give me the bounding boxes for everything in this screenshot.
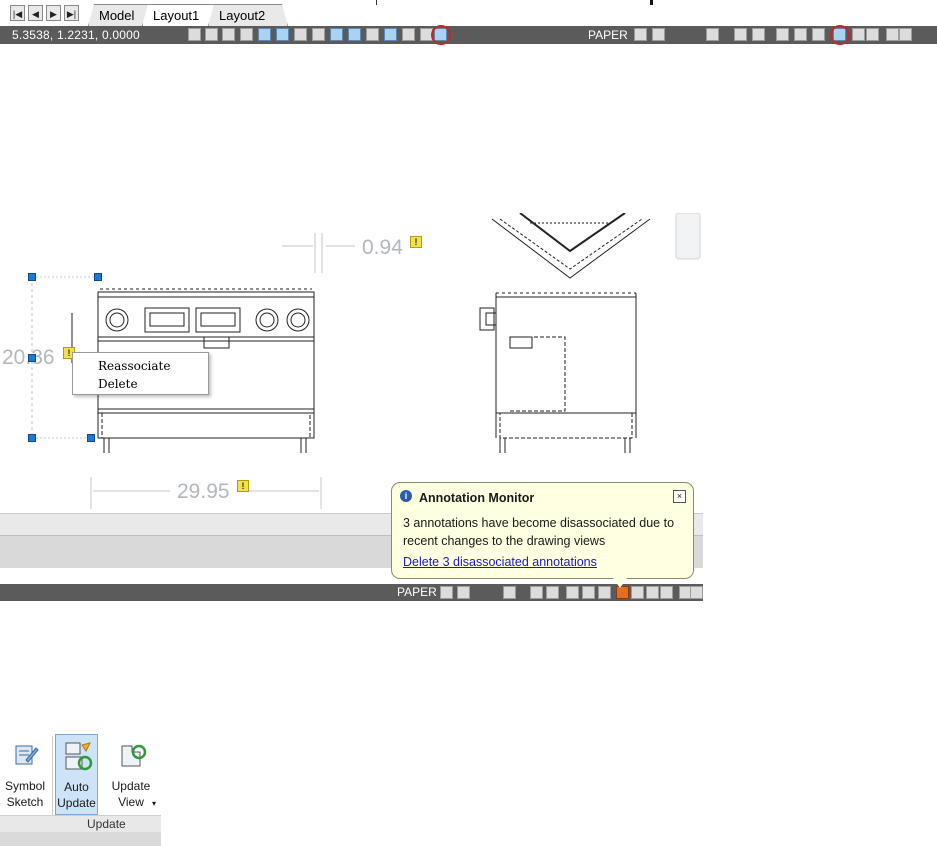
coordinate-readout: 5.3538, 1.2231, 0.0000 [12,28,140,42]
3d-object-snap-icon[interactable] [294,28,307,41]
symbol-sketch-icon [15,745,39,765]
polar-tracking-icon[interactable] [258,28,271,41]
button-label: Auto [64,780,89,794]
info-icon: i [400,490,412,502]
quick-view-drawings-icon[interactable] [652,28,665,41]
update-view-icon [121,744,147,767]
maximize-viewport-icon[interactable] [706,28,719,41]
lock-toolbars-icon[interactable] [582,586,595,599]
annotation-visibility-icon[interactable] [752,28,765,41]
iso-view [491,213,651,279]
isolate-objects-icon[interactable] [852,28,865,41]
grid-display-icon[interactable] [222,28,235,41]
lineweight-icon[interactable] [366,28,379,41]
paper-space-label[interactable]: PAPER [397,583,437,601]
chevron-down-icon[interactable]: ▾ [152,796,156,812]
annotation-monitor-balloon: i Annotation Monitor × 3 annotations hav… [391,482,694,579]
maximize-viewport-icon[interactable] [503,586,516,599]
last-tab-button[interactable]: ▶| [64,5,79,21]
scrollbar-divider [376,0,377,5]
update-view-button[interactable]: Update View ▾ [106,734,156,815]
ribbon-bottom-edge [0,832,161,846]
warning-icon[interactable]: ! [410,236,422,248]
button-label: Sketch [6,795,44,809]
tab-label: Layout2 [219,8,266,23]
grip-handle[interactable] [28,354,36,362]
infer-constraints-icon[interactable] [188,28,201,41]
previous-tab-button[interactable]: ◀ [28,5,43,21]
dimension-value[interactable]: 29.95 [177,480,230,504]
lock-toolbars-icon[interactable] [794,28,807,41]
balloon-message: 3 annotations have become disassociated … [403,516,675,548]
side-view [479,292,637,453]
paper-space-label[interactable]: PAPER [588,26,628,44]
navigation-bar[interactable] [675,213,701,260]
status-menu-icon[interactable] [886,28,899,41]
balloon-title: Annotation Monitor [419,491,535,505]
workspace-switching-icon[interactable] [566,586,579,599]
auto-update-icon [65,742,92,771]
grip-handle[interactable] [28,434,36,442]
lightbulb-icon[interactable] [866,28,879,41]
tab-layout2[interactable]: Layout2 [208,4,288,26]
grip-handle[interactable] [28,273,36,281]
delete-disassociated-link[interactable]: Delete 3 disassociated annotations [403,555,597,569]
button-label: Update [111,779,151,793]
quick-view-layouts-icon[interactable] [440,586,453,599]
tab-label: Model [99,8,135,23]
highlight-circle [431,25,451,45]
next-tab-button[interactable]: ▶ [46,5,61,21]
grip-handle[interactable] [87,434,95,442]
button-label: View [118,795,144,809]
hardware-acceleration-icon[interactable] [598,586,611,599]
quick-view-layouts-icon[interactable] [634,28,647,41]
clean-screen-icon[interactable] [660,586,673,599]
ortho-mode-icon[interactable] [240,28,253,41]
warning-icon[interactable]: ! [237,480,249,492]
grip-handle[interactable] [94,273,102,281]
status-bar-bottom: PAPER [0,584,703,601]
object-snap-tracking-icon[interactable] [312,28,325,41]
snap-mode-icon[interactable] [205,28,218,41]
close-icon[interactable]: × [673,490,686,503]
dynamic-ucs-icon[interactable] [330,28,343,41]
object-snap-icon[interactable] [276,28,289,41]
button-label: Symbol [4,779,45,793]
workspace-switching-icon[interactable] [776,28,789,41]
panel-label: Update [87,817,126,831]
dimension-value[interactable]: 0.94 [362,236,403,260]
scrollbar-thumb[interactable] [650,0,653,5]
menu-item-reassociate[interactable]: Reassociate [98,357,208,375]
highlight-circle [830,25,850,45]
quick-properties-icon[interactable] [402,28,415,41]
menu-item-delete[interactable]: Delete [98,375,208,393]
transparency-icon[interactable] [384,28,397,41]
symbol-sketch-button[interactable]: Symbol Sketch [2,734,48,815]
fullscreen-icon[interactable] [690,586,703,599]
hardware-acceleration-icon[interactable] [812,28,825,41]
dynamic-input-icon[interactable] [348,28,361,41]
status-bar-top: 5.3538, 1.2231, 0.0000 PAPER [0,25,937,45]
layout-tab-bar: |◀ ◀ ▶ ▶| Model Layout1 Layout2 [0,0,937,27]
clean-screen-icon[interactable] [899,28,912,41]
button-label: Update [57,796,96,810]
annotation-scale-icon[interactable] [734,28,747,41]
context-menu: Reassociate Delete [72,352,209,395]
auto-update-button[interactable]: Auto Update [55,734,98,815]
lightbulb-icon[interactable] [646,586,659,599]
balloon-tail [613,578,627,588]
quick-view-drawings-icon[interactable] [457,586,470,599]
annotation-visibility-icon[interactable] [546,586,559,599]
ribbon-panel-title: Update [0,815,161,833]
tab-label: Layout1 [153,8,200,23]
isolate-objects-icon[interactable] [631,586,644,599]
first-tab-button[interactable]: |◀ [10,5,25,21]
annotation-scale-icon[interactable] [530,586,543,599]
